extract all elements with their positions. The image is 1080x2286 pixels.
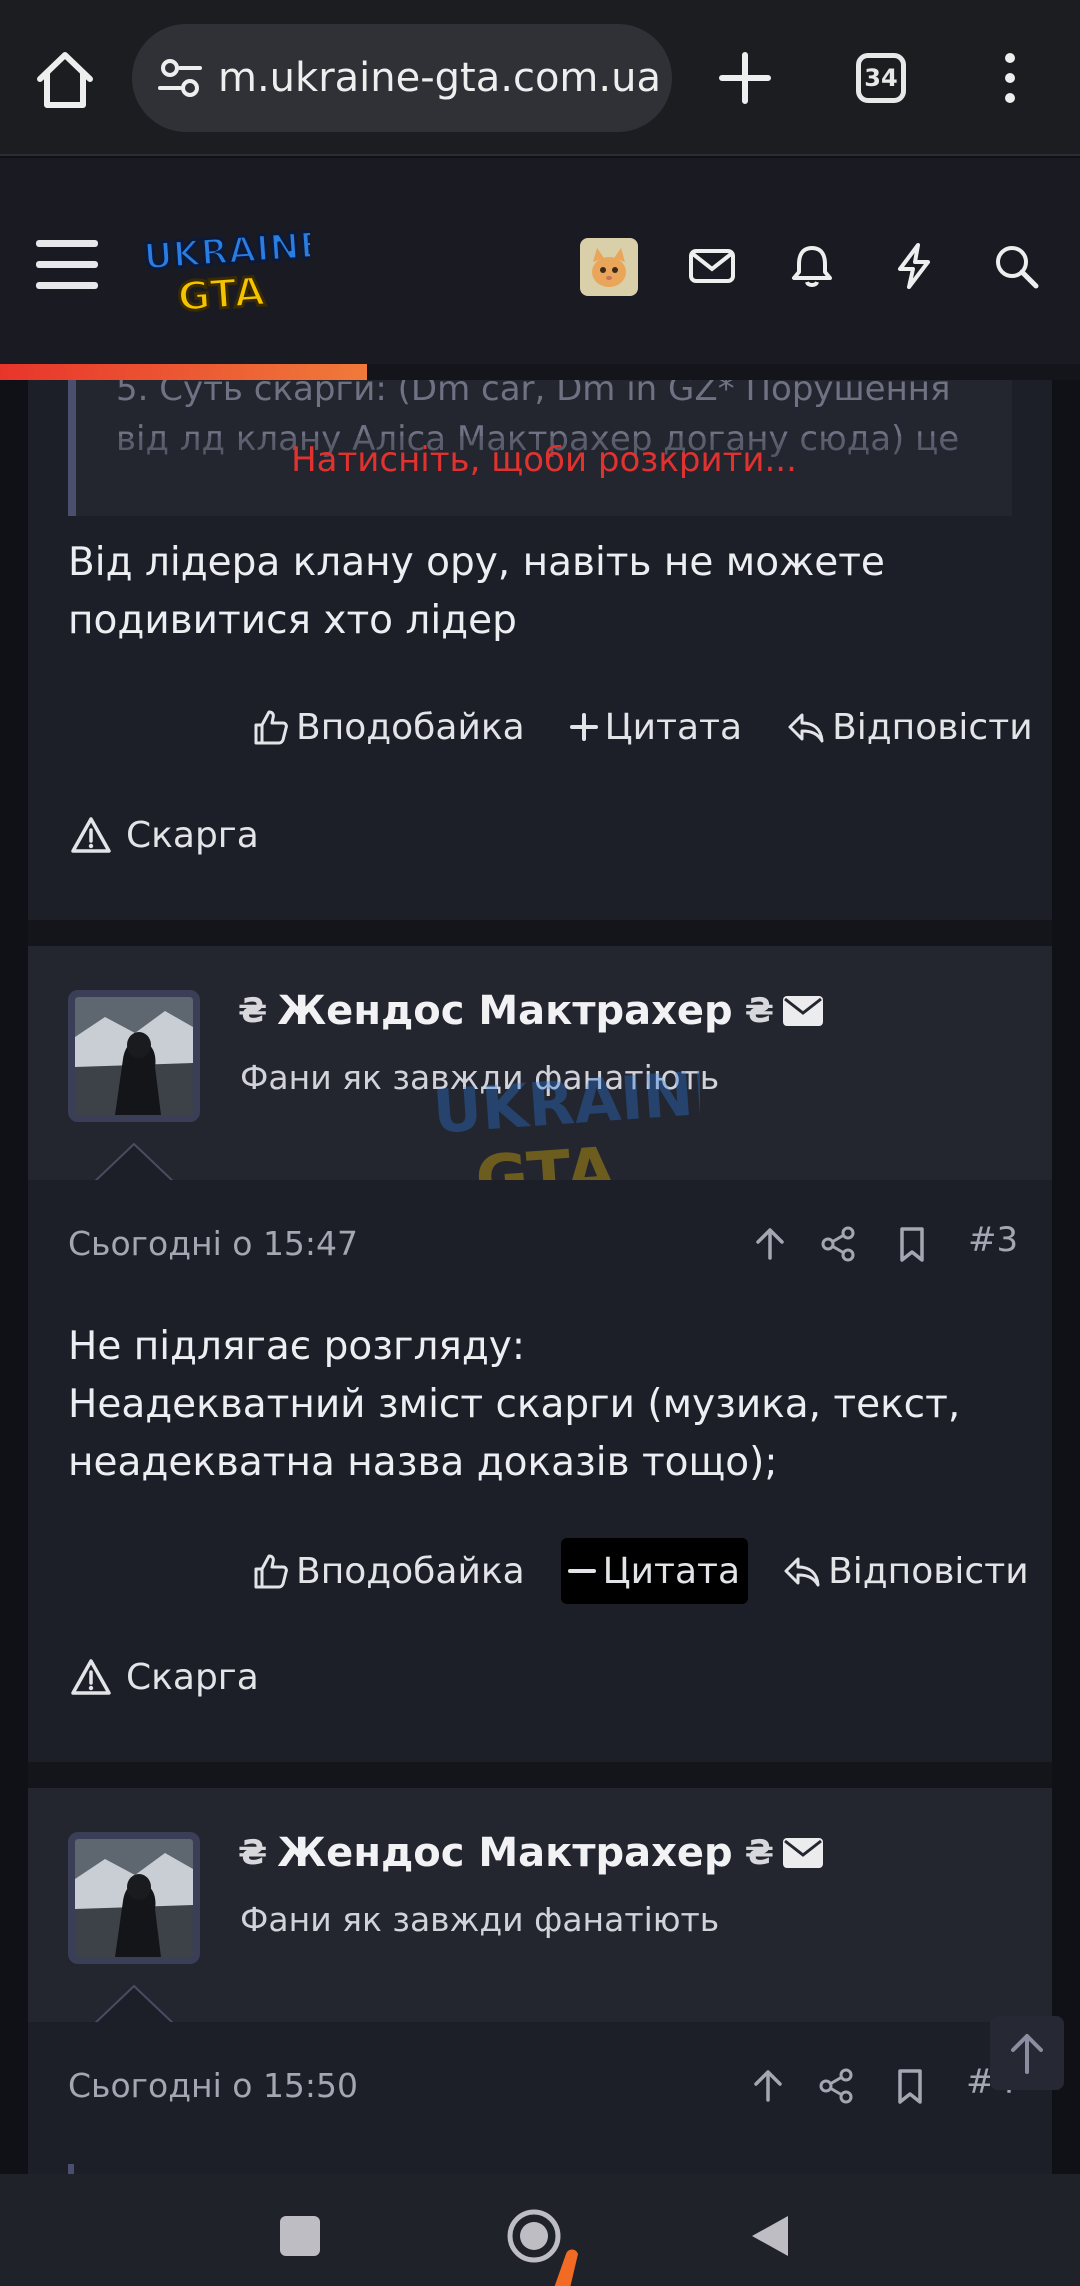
svg-text:UKRAINE: UKRAINE	[142, 225, 310, 279]
message-line: Не підлягає розгляду:	[68, 1324, 526, 1369]
reply-label: Відповісти	[832, 706, 1033, 748]
post-4-meta: Сьогодні о 15:50 #4	[28, 2022, 1052, 2152]
like-button[interactable]: Вподобайка	[250, 707, 525, 748]
menu-icon[interactable]	[36, 238, 98, 292]
report-label: Скарга	[126, 1656, 259, 1698]
user-avatar[interactable]	[580, 238, 638, 296]
like-label: Вподобайка	[296, 706, 525, 748]
whats-new-bolt-icon[interactable]	[888, 240, 940, 292]
recents-icon[interactable]	[280, 2216, 320, 2256]
system-nav-bar	[0, 2174, 1080, 2286]
caret-decoration	[92, 1984, 176, 2026]
new-tab-icon[interactable]	[712, 45, 778, 111]
quote-block[interactable]: 5. Суть скарги: (Dm car, Dm in GZ* Поруш…	[68, 380, 1012, 516]
tab-count: 34	[864, 64, 898, 92]
touch-pointer-icon	[554, 2249, 578, 2286]
like-label: Вподобайка	[296, 1550, 525, 1592]
post-message: Не підлягає розгляду: Неадекватний зміст…	[68, 1318, 1008, 1492]
svg-text:GTA: GTA	[176, 269, 266, 320]
author-name[interactable]: ₴ Жендос Мактрахер ₴	[238, 1830, 824, 1876]
address-bar[interactable]: m.ukraine-gta.com.ua	[132, 24, 672, 132]
site-header: UKRAINE GTA	[0, 158, 1080, 380]
plus-icon	[569, 713, 598, 741]
caret-decoration	[92, 1142, 176, 1184]
arrow-up-icon[interactable]	[750, 1224, 790, 1264]
post-divider	[28, 920, 1052, 946]
reply-icon	[788, 713, 824, 743]
post-message: Від лідера клану ору, навіть не можете п…	[68, 540, 885, 643]
more-menu-icon[interactable]	[990, 48, 1030, 108]
post-divider	[28, 1762, 1052, 1788]
author-avatar[interactable]	[68, 990, 200, 1122]
url-text[interactable]: m.ukraine-gta.com.ua	[218, 55, 658, 101]
reply-button[interactable]: Відповісти	[782, 1551, 1029, 1592]
like-button[interactable]: Вподобайка	[250, 1551, 525, 1592]
bell-icon[interactable]	[786, 240, 838, 292]
share-icon[interactable]	[816, 2066, 856, 2106]
site-logo[interactable]: UKRAINE GTA	[140, 220, 310, 320]
post-date[interactable]: Сьогодні о 15:47	[68, 1224, 358, 1263]
post-actions: Вподобайка Цитата Відповісти	[250, 1538, 1029, 1604]
quote-button[interactable]: Цитата	[569, 707, 742, 748]
report-button[interactable]: Скарга	[70, 814, 259, 856]
message-line: Неадекватний зміст скарги (музика, текст…	[68, 1382, 961, 1485]
bookmark-icon[interactable]	[892, 1224, 932, 1264]
minus-icon	[567, 1569, 596, 1573]
post-4-body	[28, 2152, 1052, 2174]
expand-quote-link[interactable]: Натисніть, щоби розкрити...	[76, 440, 1012, 480]
hryvnia-mark-icon: ₴	[744, 991, 774, 1031]
report-label: Скарга	[126, 814, 259, 856]
hryvnia-mark-icon: ₴	[744, 1833, 774, 1873]
arrow-up-icon[interactable]	[748, 2066, 788, 2106]
svg-text:UKRAINE: UKRAINE	[431, 1060, 700, 1148]
inbox-icon[interactable]	[686, 240, 738, 292]
post-actions: Вподобайка Цитата Відповісти	[250, 694, 1033, 760]
site-settings-icon[interactable]	[156, 54, 204, 102]
post-number[interactable]: #3	[968, 1220, 1018, 1260]
post-date[interactable]: Сьогодні о 15:50	[68, 2066, 358, 2105]
tab-switcher-button[interactable]: 34	[856, 53, 906, 103]
user-title: Фани як завжди фанатіють	[240, 1900, 720, 1939]
thumbs-up-icon	[254, 1554, 288, 1589]
report-button[interactable]: Скарга	[70, 1656, 259, 1698]
search-icon[interactable]	[990, 240, 1042, 292]
post-3-meta: Сьогодні о 15:47 #3	[28, 1180, 1052, 1310]
back-icon[interactable]	[748, 2212, 792, 2260]
hryvnia-mark-icon: ₴	[238, 1833, 268, 1873]
quote-button-selected[interactable]: Цитата	[560, 1538, 749, 1604]
bookmark-icon[interactable]	[890, 2066, 930, 2106]
envelope-icon[interactable]	[782, 1836, 824, 1870]
author-name[interactable]: ₴ Жендос Мактрахер ₴	[238, 988, 824, 1034]
quote-label: Цитата	[604, 706, 743, 748]
post-4-user-block: ₴ Жендос Мактрахер ₴ Фани як завжди фана…	[28, 1788, 1052, 2024]
share-icon[interactable]	[818, 1224, 858, 1264]
reply-icon	[784, 1557, 820, 1587]
scroll-to-top-button[interactable]	[990, 2016, 1064, 2090]
reply-label: Відповісти	[828, 1550, 1029, 1592]
warning-icon	[71, 1659, 111, 1695]
quote-bar	[68, 2164, 74, 2174]
warning-icon	[71, 817, 111, 853]
envelope-icon[interactable]	[782, 994, 824, 1028]
home-icon[interactable]	[30, 45, 100, 115]
read-progress-bar	[0, 364, 368, 380]
browser-toolbar: m.ukraine-gta.com.ua 34	[0, 0, 1080, 156]
quote-label: Цитата	[602, 1550, 741, 1592]
reply-button[interactable]: Відповісти	[786, 707, 1033, 748]
author-avatar[interactable]	[68, 1832, 200, 1964]
arrow-up-icon	[1011, 2034, 1043, 2074]
hryvnia-mark-icon: ₴	[238, 991, 268, 1031]
thumbs-up-icon	[254, 710, 288, 745]
